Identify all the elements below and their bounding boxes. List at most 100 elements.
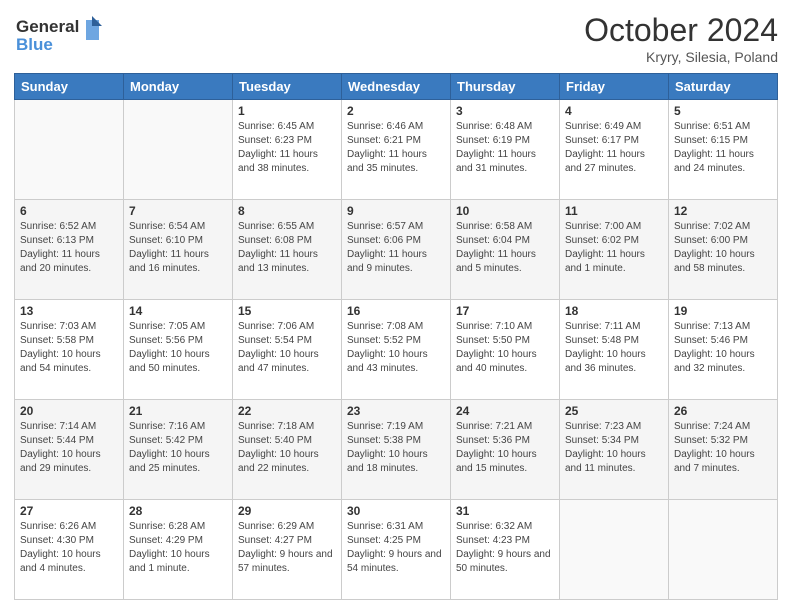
calendar-cell: 13Sunrise: 7:03 AM Sunset: 5:58 PM Dayli… — [15, 300, 124, 400]
calendar-table: SundayMondayTuesdayWednesdayThursdayFrid… — [14, 73, 778, 600]
logo: General Blue — [14, 12, 104, 61]
calendar-weekday-header: Sunday — [15, 74, 124, 100]
calendar-cell: 30Sunrise: 6:31 AM Sunset: 4:25 PM Dayli… — [342, 500, 451, 600]
calendar-weekday-header: Thursday — [451, 74, 560, 100]
calendar-cell: 10 Sunrise: 6:58 AM Sunset: 6:04 PM Dayli… — [451, 200, 560, 300]
calendar-cell: 28 Sunrise: 6:28 AM Sunset: 4:29 PM Dayli… — [124, 500, 233, 600]
day-number: 16 — [347, 304, 445, 318]
day-info: Sunrise: 7:21 AM Sunset: 5:36 PM Dayligh… — [456, 420, 554, 476]
calendar-cell: 18 Sunrise: 7:11 AM Sunset: 5:48 PM Dayli… — [560, 300, 669, 400]
day-number: 10 — [456, 204, 554, 218]
day-number: 15 — [238, 304, 336, 318]
calendar-cell: 21Sunrise: 7:16 AM Sunset: 5:42 PM Dayli… — [124, 400, 233, 500]
day-info: Sunrise: 6:48 AM Sunset: 6:19 PM Dayligh… — [456, 120, 554, 176]
day-number: 26 — [674, 404, 772, 418]
day-number: 2 — [347, 104, 445, 118]
day-info: Sunrise: 7:18 AM Sunset: 5:40 PM Dayligh… — [238, 420, 336, 476]
calendar-weekday-header: Monday — [124, 74, 233, 100]
day-info: Sunrise: 7:14 AM Sunset: 5:44 PM Dayligh… — [20, 420, 118, 476]
calendar-cell — [124, 100, 233, 200]
day-info: Sunrise: 7:13 AM Sunset: 5:46 PM Dayligh… — [674, 320, 772, 376]
day-number: 25 — [565, 404, 663, 418]
day-info: Sunrise: 7:24 AM Sunset: 5:32 PM Dayligh… — [674, 420, 772, 476]
calendar-cell — [560, 500, 669, 600]
day-number: 18 — [565, 304, 663, 318]
day-info: Sunrise: 6:32 AM Sunset: 4:23 PM Dayligh… — [456, 520, 554, 576]
day-info: Sunrise: 6:45 AM Sunset: 6:23 PM Dayligh… — [238, 120, 336, 176]
day-info: Sunrise: 7:08 AM Sunset: 5:52 PM Dayligh… — [347, 320, 445, 376]
calendar-weekday-header: Tuesday — [233, 74, 342, 100]
calendar-cell: 25 Sunrise: 7:23 AM Sunset: 5:34 PM Dayli… — [560, 400, 669, 500]
calendar-cell: 24 Sunrise: 7:21 AM Sunset: 5:36 PM Dayli… — [451, 400, 560, 500]
day-number: 14 — [129, 304, 227, 318]
day-info: Sunrise: 6:46 AM Sunset: 6:21 PM Dayligh… — [347, 120, 445, 176]
calendar-cell — [669, 500, 778, 600]
calendar-cell: 8Sunrise: 6:55 AM Sunset: 6:08 PM Daylig… — [233, 200, 342, 300]
day-number: 31 — [456, 504, 554, 518]
calendar-cell: 2 Sunrise: 6:46 AM Sunset: 6:21 PM Daylig… — [342, 100, 451, 200]
day-info: Sunrise: 6:57 AM Sunset: 6:06 PM Dayligh… — [347, 220, 445, 276]
calendar-cell: 11 Sunrise: 7:00 AM Sunset: 6:02 PM Dayli… — [560, 200, 669, 300]
day-number: 23 — [347, 404, 445, 418]
calendar-cell: 27 Sunrise: 6:26 AM Sunset: 4:30 PM Dayli… — [15, 500, 124, 600]
calendar-week-row: 20 Sunrise: 7:14 AM Sunset: 5:44 PM Dayli… — [15, 400, 778, 500]
header: General Blue October 2024 Kryry, Silesia… — [14, 12, 778, 65]
day-number: 17 — [456, 304, 554, 318]
calendar-cell: 7 Sunrise: 6:54 AM Sunset: 6:10 PM Daylig… — [124, 200, 233, 300]
calendar-weekday-header: Friday — [560, 74, 669, 100]
calendar-cell: 23 Sunrise: 7:19 AM Sunset: 5:38 PM Dayli… — [342, 400, 451, 500]
day-info: Sunrise: 6:52 AM Sunset: 6:13 PM Dayligh… — [20, 220, 118, 276]
page: General Blue October 2024 Kryry, Silesia… — [0, 0, 792, 612]
day-number: 7 — [129, 204, 227, 218]
day-info: Sunrise: 6:54 AM Sunset: 6:10 PM Dayligh… — [129, 220, 227, 276]
day-info: Sunrise: 6:26 AM Sunset: 4:30 PM Dayligh… — [20, 520, 118, 576]
day-number: 4 — [565, 104, 663, 118]
calendar-cell: 15 Sunrise: 7:06 AM Sunset: 5:54 PM Dayli… — [233, 300, 342, 400]
day-info: Sunrise: 6:51 AM Sunset: 6:15 PM Dayligh… — [674, 120, 772, 176]
calendar-cell: 6 Sunrise: 6:52 AM Sunset: 6:13 PM Daylig… — [15, 200, 124, 300]
day-info: Sunrise: 7:06 AM Sunset: 5:54 PM Dayligh… — [238, 320, 336, 376]
calendar-cell: 16 Sunrise: 7:08 AM Sunset: 5:52 PM Dayli… — [342, 300, 451, 400]
main-title: October 2024 — [584, 12, 778, 49]
calendar-cell: 14Sunrise: 7:05 AM Sunset: 5:56 PM Dayli… — [124, 300, 233, 400]
day-info: Sunrise: 7:23 AM Sunset: 5:34 PM Dayligh… — [565, 420, 663, 476]
day-number: 27 — [20, 504, 118, 518]
calendar-cell: 17 Sunrise: 7:10 AM Sunset: 5:50 PM Dayli… — [451, 300, 560, 400]
calendar-week-row: 6 Sunrise: 6:52 AM Sunset: 6:13 PM Daylig… — [15, 200, 778, 300]
day-info: Sunrise: 6:49 AM Sunset: 6:17 PM Dayligh… — [565, 120, 663, 176]
day-info: Sunrise: 7:11 AM Sunset: 5:48 PM Dayligh… — [565, 320, 663, 376]
day-number: 11 — [565, 204, 663, 218]
day-number: 1 — [238, 104, 336, 118]
calendar-cell: 4 Sunrise: 6:49 AM Sunset: 6:17 PM Daylig… — [560, 100, 669, 200]
day-number: 9 — [347, 204, 445, 218]
day-number: 8 — [238, 204, 336, 218]
day-info: Sunrise: 6:58 AM Sunset: 6:04 PM Dayligh… — [456, 220, 554, 276]
day-number: 19 — [674, 304, 772, 318]
calendar-week-row: 27 Sunrise: 6:26 AM Sunset: 4:30 PM Dayli… — [15, 500, 778, 600]
calendar-cell: 1 Sunrise: 6:45 AM Sunset: 6:23 PM Daylig… — [233, 100, 342, 200]
calendar-cell: 3 Sunrise: 6:48 AM Sunset: 6:19 PM Daylig… — [451, 100, 560, 200]
calendar-cell: 5 Sunrise: 6:51 AM Sunset: 6:15 PM Daylig… — [669, 100, 778, 200]
day-info: Sunrise: 6:29 AM Sunset: 4:27 PM Dayligh… — [238, 520, 336, 576]
calendar-cell: 29Sunrise: 6:29 AM Sunset: 4:27 PM Dayli… — [233, 500, 342, 600]
day-number: 12 — [674, 204, 772, 218]
day-number: 6 — [20, 204, 118, 218]
svg-text:Blue: Blue — [16, 35, 53, 54]
day-info: Sunrise: 7:19 AM Sunset: 5:38 PM Dayligh… — [347, 420, 445, 476]
day-number: 20 — [20, 404, 118, 418]
day-number: 24 — [456, 404, 554, 418]
day-info: Sunrise: 7:10 AM Sunset: 5:50 PM Dayligh… — [456, 320, 554, 376]
day-info: Sunrise: 7:00 AM Sunset: 6:02 PM Dayligh… — [565, 220, 663, 276]
calendar-cell: 22Sunrise: 7:18 AM Sunset: 5:40 PM Dayli… — [233, 400, 342, 500]
day-number: 5 — [674, 104, 772, 118]
calendar-cell: 20 Sunrise: 7:14 AM Sunset: 5:44 PM Dayli… — [15, 400, 124, 500]
day-number: 3 — [456, 104, 554, 118]
calendar-cell: 26 Sunrise: 7:24 AM Sunset: 5:32 PM Dayli… — [669, 400, 778, 500]
subtitle: Kryry, Silesia, Poland — [584, 49, 778, 65]
day-info: Sunrise: 6:28 AM Sunset: 4:29 PM Dayligh… — [129, 520, 227, 576]
calendar-cell: 19 Sunrise: 7:13 AM Sunset: 5:46 PM Dayli… — [669, 300, 778, 400]
day-info: Sunrise: 7:16 AM Sunset: 5:42 PM Dayligh… — [129, 420, 227, 476]
day-number: 28 — [129, 504, 227, 518]
day-info: Sunrise: 7:02 AM Sunset: 6:00 PM Dayligh… — [674, 220, 772, 276]
calendar-cell: 31 Sunrise: 6:32 AM Sunset: 4:23 PM Dayli… — [451, 500, 560, 600]
